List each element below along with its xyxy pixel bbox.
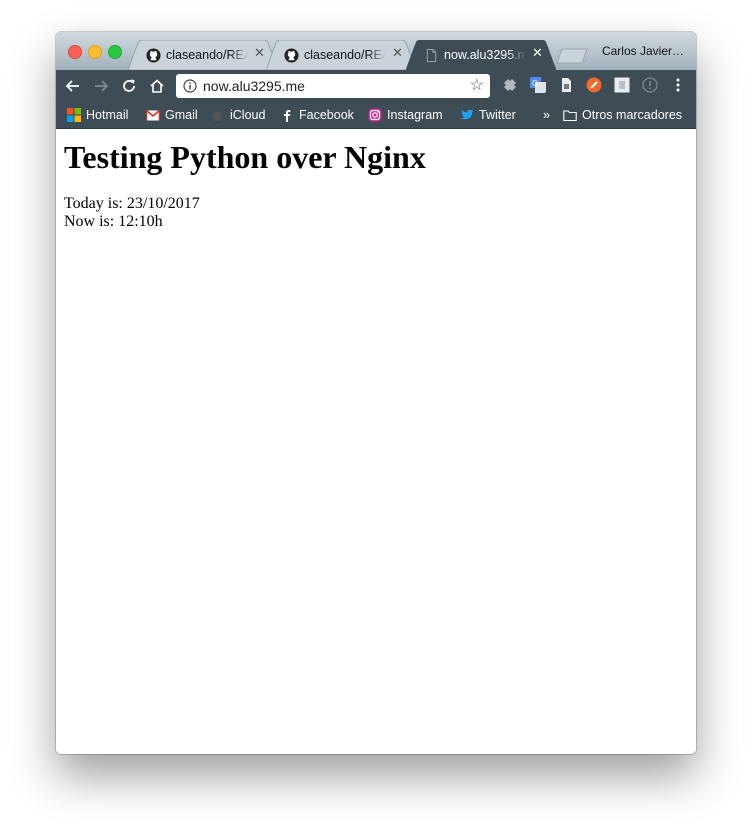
bookmark-label: Facebook xyxy=(299,108,354,122)
translate-extension-icon[interactable]: G xyxy=(530,77,546,93)
microsoft-icon xyxy=(67,108,81,122)
page-content: Testing Python over Nginx Today is: 23/1… xyxy=(56,129,696,754)
instagram-icon xyxy=(368,108,382,122)
browser-window: claseando/README.md ✕ claseando/README.m… xyxy=(56,32,696,754)
forward-icon[interactable] xyxy=(91,76,111,96)
bookmark-label: Gmail xyxy=(165,108,198,122)
github-icon xyxy=(146,48,161,63)
url-text[interactable]: now.alu3295.me xyxy=(203,78,305,94)
page-heading: Testing Python over Nginx xyxy=(64,139,426,175)
facebook-icon xyxy=(284,110,291,122)
bookmark-instagram[interactable]: Instagram xyxy=(368,107,443,123)
bookmark-gmail[interactable]: Gmail xyxy=(146,107,198,123)
zoom-window-button[interactable] xyxy=(108,45,122,59)
tab-title: claseando/README.md xyxy=(166,48,248,62)
close-tab-icon[interactable]: ✕ xyxy=(392,46,404,59)
close-tab-icon[interactable]: ✕ xyxy=(254,46,266,59)
other-bookmarks-folder[interactable]: Otros marcadores xyxy=(563,107,682,123)
bookmark-label: Hotmail xyxy=(86,108,129,122)
close-window-button[interactable] xyxy=(68,45,82,59)
bookmark-label: Otros marcadores xyxy=(582,108,683,122)
back-icon[interactable] xyxy=(63,76,83,96)
bookmarks-overflow-button[interactable]: » xyxy=(543,107,550,123)
tab-title: claseando/README.md xyxy=(304,48,386,62)
title-bar: claseando/README.md ✕ claseando/README.m… xyxy=(56,32,696,70)
orange-extension-icon[interactable] xyxy=(586,77,602,93)
bookmarks-bar: Hotmail Gmail iCloud Facebook Instagram … xyxy=(56,102,696,129)
bookmark-label: iCloud xyxy=(230,108,266,122)
github-icon xyxy=(284,48,299,63)
bookmark-label: Instagram xyxy=(387,108,443,122)
today-text: Today is: 23/10/2017 xyxy=(64,195,200,212)
menu-kebab-icon[interactable] xyxy=(670,77,686,93)
info-extension-icon[interactable] xyxy=(642,77,658,93)
bookmark-twitter[interactable]: Twitter xyxy=(460,107,516,123)
bookmark-hotmail[interactable]: Hotmail xyxy=(67,107,128,123)
tab-3-active[interactable]: now.alu3295.me ✕ xyxy=(406,40,556,70)
close-tab-icon[interactable]: ✕ xyxy=(532,46,544,59)
bookmark-label: Twitter xyxy=(479,108,516,122)
now-text: Now is: 12:10h xyxy=(64,213,163,230)
svg-text:G: G xyxy=(532,79,538,88)
profile-name[interactable]: Carlos Javier… xyxy=(602,44,684,58)
bookmark-icloud[interactable]: iCloud xyxy=(211,107,265,123)
file-extension-icon[interactable] xyxy=(558,77,574,93)
gmail-icon xyxy=(146,109,160,121)
bookmark-facebook[interactable]: Facebook xyxy=(280,107,354,123)
home-icon[interactable] xyxy=(147,76,167,96)
tab-title: now.alu3295.me xyxy=(444,48,526,62)
browser-toolbar: now.alu3295.me ☆ G xyxy=(56,70,696,102)
site-info-icon[interactable] xyxy=(183,79,197,93)
folder-icon xyxy=(563,110,577,122)
tab-2[interactable]: claseando/README.md ✕ xyxy=(266,40,416,70)
bookmark-star-icon[interactable]: ☆ xyxy=(470,77,484,95)
twitter-icon xyxy=(460,109,474,120)
page-icon xyxy=(426,48,437,63)
address-bar[interactable]: now.alu3295.me ☆ xyxy=(176,74,490,98)
puzzle-extension-icon[interactable] xyxy=(502,77,518,93)
new-tab-icon[interactable] xyxy=(556,48,588,64)
reload-icon[interactable] xyxy=(119,76,139,96)
square-extension-icon[interactable] xyxy=(614,77,630,93)
minimize-window-button[interactable] xyxy=(88,45,102,59)
tab-1[interactable]: claseando/README.md ✕ xyxy=(128,40,278,70)
apple-icon xyxy=(212,109,223,121)
